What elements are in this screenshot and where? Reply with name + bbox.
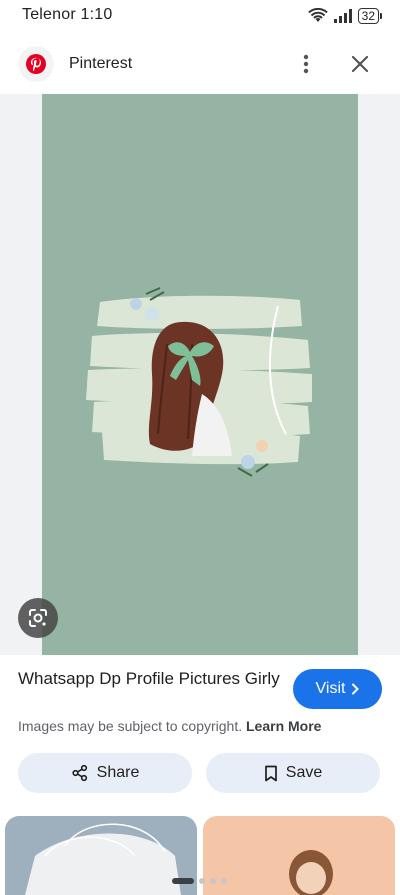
close-icon — [351, 55, 369, 73]
girl-illustration — [86, 287, 312, 477]
status-icons: 32 — [307, 6, 382, 26]
google-lens-icon — [29, 609, 47, 627]
related-image-card[interactable] — [5, 816, 197, 895]
visit-label: Visit — [315, 680, 346, 697]
pager-dot[interactable] — [221, 878, 227, 884]
site-title: Pinterest — [69, 55, 133, 72]
pager-dot[interactable] — [210, 878, 216, 884]
pinterest-logo-icon[interactable] — [18, 46, 54, 82]
related-image-card[interactable] — [203, 816, 395, 895]
share-button[interactable]: Share — [18, 753, 192, 793]
battery-icon: 32 — [357, 8, 382, 24]
preview-image[interactable] — [42, 94, 358, 655]
image-title: Whatsapp Dp Profile Pictures Girly — [18, 669, 280, 688]
status-bar: Telenor 1:10 32 — [0, 0, 400, 32]
battery-level: 32 — [357, 8, 379, 24]
image-preview-area — [0, 94, 400, 655]
copyright-text: Images may be subject to copyright. — [18, 718, 243, 734]
bookmark-icon — [264, 765, 277, 781]
pager-dots — [172, 876, 227, 886]
pager-dot-active[interactable] — [172, 878, 194, 884]
google-lens-button[interactable] — [18, 598, 58, 638]
share-icon — [72, 764, 87, 782]
source-header: Pinterest — [0, 38, 400, 90]
pager-dot[interactable] — [199, 878, 205, 884]
save-button[interactable]: Save — [206, 753, 380, 793]
wifi-icon — [307, 8, 328, 22]
chevron-right-icon — [352, 683, 360, 695]
signal-icon — [333, 9, 352, 23]
visit-button[interactable]: Visit — [293, 669, 382, 709]
share-label: Share — [96, 764, 140, 781]
copyright-notice: Images may be subject to copyright. Lear… — [18, 718, 321, 734]
more-options-button[interactable] — [292, 50, 320, 78]
related-thumbnail — [289, 850, 333, 895]
related-thumbnail — [25, 823, 181, 895]
close-button[interactable] — [346, 50, 374, 78]
learn-more-link[interactable]: Learn More — [246, 718, 321, 734]
save-label: Save — [285, 764, 323, 781]
carrier-time: Telenor 1:10 — [22, 6, 113, 23]
more-vert-icon — [303, 54, 309, 74]
